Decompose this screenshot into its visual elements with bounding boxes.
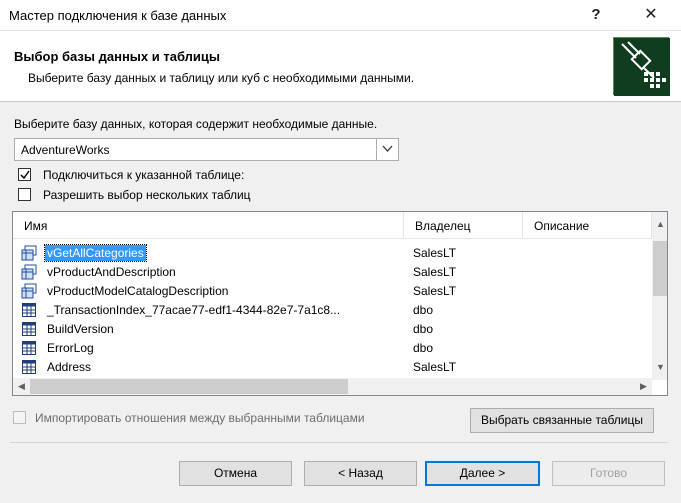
divider — [10, 442, 668, 443]
close-button[interactable]: ✕ — [628, 0, 674, 31]
scroll-down-icon[interactable]: ▼ — [652, 359, 667, 376]
wizard-header: Выбор базы данных и таблицы Выберите баз… — [0, 31, 681, 102]
table-row[interactable]: _TransactionIndex_77acae77-edf1-4344-82e… — [13, 300, 652, 319]
horizontal-scrollbar[interactable]: ◀ ▶ — [13, 378, 652, 395]
table-icon — [21, 321, 37, 337]
help-button[interactable]: ? — [576, 0, 616, 31]
vertical-scroll-thumb[interactable] — [653, 241, 667, 296]
table-row[interactable]: vGetAllCategories SalesLT — [13, 243, 652, 262]
scroll-up-icon[interactable]: ▲ — [652, 216, 667, 233]
chevron-down-icon[interactable] — [376, 139, 398, 160]
row-owner: SalesLT — [413, 360, 457, 374]
row-owner: dbo — [413, 322, 434, 336]
window-title: Мастер подключения к базе данных — [9, 8, 227, 23]
cancel-button[interactable]: Отмена — [179, 461, 292, 486]
next-button[interactable]: Далее > — [425, 461, 540, 486]
connect-table-label: Подключиться к указанной таблице: — [43, 168, 245, 182]
row-name: vProductAndDescription — [47, 265, 176, 279]
table-row[interactable]: BuildVersion dbo — [13, 319, 652, 338]
column-header-owner[interactable]: Владелец — [404, 212, 523, 239]
scroll-right-icon[interactable]: ▶ — [635, 378, 652, 395]
table-icon — [21, 302, 37, 318]
row-name: Address — [47, 360, 92, 374]
connect-table-checkbox[interactable] — [18, 168, 31, 181]
database-dropdown[interactable]: AdventureWorks — [14, 138, 399, 161]
row-name: ErrorLog — [47, 341, 94, 355]
table-row[interactable]: vProductAndDescription SalesLT — [13, 262, 652, 281]
multi-select-checkbox[interactable] — [18, 188, 31, 201]
row-owner: SalesLT — [413, 284, 457, 298]
connector-plug-icon — [613, 37, 670, 96]
multi-select-label: Разрешить выбор нескольких таблиц — [43, 188, 251, 202]
view-icon — [21, 245, 37, 261]
column-header-description[interactable]: Описание — [523, 212, 652, 239]
row-owner: dbo — [413, 341, 434, 355]
view-icon — [21, 264, 37, 280]
scroll-left-icon[interactable]: ◀ — [13, 378, 30, 395]
table-row[interactable]: Address SalesLT — [13, 357, 652, 376]
row-owner: SalesLT — [413, 265, 457, 279]
finish-button[interactable]: Готово — [552, 461, 665, 486]
table-icon — [21, 359, 37, 375]
select-related-tables-button[interactable]: Выбрать связанные таблицы — [470, 408, 654, 433]
table-row[interactable]: ErrorLog dbo — [13, 338, 652, 357]
page-title: Выбор базы данных и таблицы — [14, 49, 220, 64]
vertical-scrollbar[interactable]: ▲ ▼ — [652, 212, 667, 380]
row-owner: dbo — [413, 303, 434, 317]
row-owner: SalesLT — [413, 246, 457, 260]
row-name: BuildVersion — [47, 322, 114, 336]
row-name: vGetAllCategories — [44, 244, 147, 262]
database-value: AdventureWorks — [21, 143, 110, 157]
view-icon — [21, 283, 37, 299]
page-subtitle: Выберите базу данных и таблицу или куб с… — [28, 71, 415, 85]
title-bar: Мастер подключения к базе данных ? ✕ — [0, 0, 681, 31]
import-relations-label: Импортировать отношения между выбранными… — [35, 411, 365, 425]
table-icon — [21, 340, 37, 356]
column-header-name[interactable]: Имя — [13, 212, 404, 239]
horizontal-scroll-thumb[interactable] — [30, 379, 348, 394]
import-relations-checkbox[interactable] — [13, 411, 26, 424]
table-row[interactable]: vProductModelCatalogDescription SalesLT — [13, 281, 652, 300]
row-name: _TransactionIndex_77acae77-edf1-4344-82e… — [47, 303, 341, 317]
row-name: vProductModelCatalogDescription — [47, 284, 229, 298]
back-button[interactable]: < Назад — [304, 461, 417, 486]
table-list[interactable]: Имя Владелец Описание vGetAllCategories … — [12, 211, 668, 396]
database-label: Выберите базу данных, которая содержит н… — [14, 117, 378, 131]
